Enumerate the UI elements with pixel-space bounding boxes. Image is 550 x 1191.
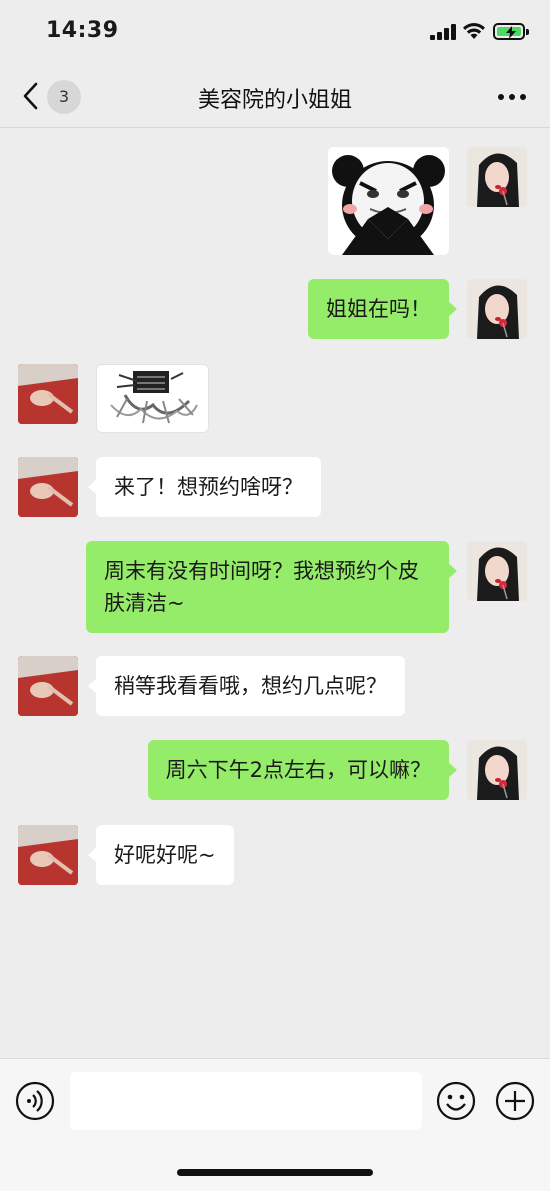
wifi-icon — [463, 22, 485, 39]
more-options-icon[interactable] — [498, 94, 528, 102]
avatar-contact-image — [18, 825, 78, 885]
avatar-self-image — [467, 147, 527, 207]
chat-title: 美容院的小姐姐 — [197, 88, 352, 113]
avatar-contact-image — [18, 656, 78, 716]
battery-icon — [493, 23, 529, 40]
signal-icon — [430, 24, 456, 40]
plus-icon[interactable] — [495, 1081, 535, 1121]
avatar-self[interactable] — [467, 541, 527, 601]
avatar-contact-image — [18, 364, 78, 424]
voice-input-icon[interactable] — [15, 1081, 55, 1121]
emoji-icon[interactable] — [436, 1081, 476, 1121]
home-indicator[interactable] — [177, 1169, 373, 1176]
avatar-contact[interactable] — [18, 457, 78, 517]
status-time: 14:39 — [46, 18, 119, 43]
sticker-message[interactable] — [328, 147, 449, 255]
avatar-contact[interactable] — [18, 656, 78, 716]
wobbling-cartoon-sticker-icon — [97, 365, 208, 432]
avatar-self-image — [467, 541, 527, 601]
chat-header: 3 美容院的小姐姐 — [0, 64, 550, 128]
avatar-self[interactable] — [467, 147, 527, 207]
avatar-self-image — [467, 279, 527, 339]
message-bubble-self[interactable]: 周六下午2点左右，可以嘛？ — [147, 740, 458, 800]
message-input[interactable] — [70, 1072, 422, 1130]
status-bar: 14:39 — [0, 0, 550, 64]
avatar-self[interactable] — [467, 740, 527, 800]
sticker-message[interactable] — [96, 364, 209, 433]
message-bubble-contact[interactable]: 稍等我看看哦，想约几点呢？ — [88, 656, 405, 716]
avatar-contact[interactable] — [18, 364, 78, 424]
message-bubble-self[interactable]: 周末有没有时间呀？我想预约个皮肤清洁~ — [86, 541, 457, 633]
avatar-self[interactable] — [467, 279, 527, 339]
message-bubble-contact[interactable]: 来了！想预约啥呀？ — [88, 457, 321, 517]
message-bubble-contact[interactable]: 好呢好呢~ — [88, 825, 234, 885]
avatar-contact-image — [18, 457, 78, 517]
avatar-self-image — [467, 740, 527, 800]
panda-meme-sticker-icon — [328, 147, 449, 255]
message-bubble-self[interactable]: 姐姐在吗！ — [308, 279, 457, 339]
avatar-contact[interactable] — [18, 825, 78, 885]
